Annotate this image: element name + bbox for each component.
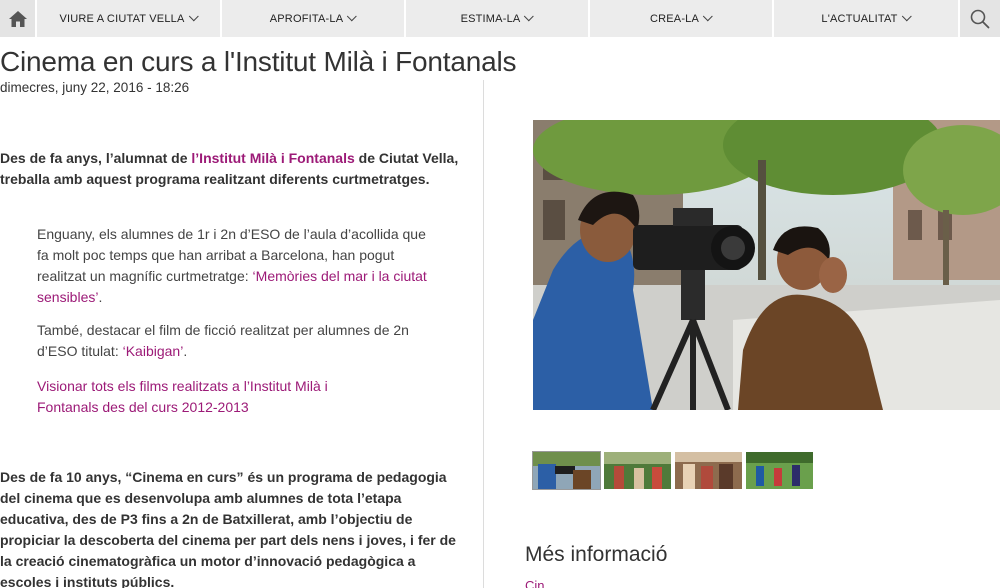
column-divider [483, 80, 484, 588]
intro-paragraph: Des de fa anys, l’alumnat de l’Institut … [0, 148, 460, 190]
nav-item-label: L'ACTUALITAT [821, 12, 898, 25]
nav-item-estima[interactable]: ESTIMA-LA [406, 0, 590, 37]
more-info-link[interactable]: Cin... [525, 578, 555, 588]
search-button[interactable] [960, 0, 1000, 37]
paragraph-text: . [98, 289, 103, 305]
films-paragraph: Visionar tots els films realitzats a l’I… [37, 376, 367, 418]
thumbnail-strip [532, 451, 813, 490]
chevron-down-icon [188, 11, 199, 22]
nav-item-label: APROFITA-LA [269, 12, 344, 25]
thumbnail-image [675, 452, 742, 489]
nav-item-aprofita[interactable]: APROFITA-LA [222, 0, 406, 37]
thumbnail-4[interactable] [746, 452, 813, 489]
thumbnail-1[interactable] [532, 451, 601, 490]
thumbnail-3[interactable] [675, 452, 742, 489]
students-filming-image [533, 120, 1000, 410]
thumbnail-2[interactable] [604, 452, 671, 489]
intro-text: Des de fa anys, l’alumnat de [0, 150, 192, 166]
chevron-down-icon [524, 11, 535, 22]
thumbnail-image [604, 452, 671, 489]
all-films-link[interactable]: Visionar tots els films realitzats a l’I… [37, 378, 328, 415]
nav-item-label: ESTIMA-LA [460, 12, 521, 25]
chevron-down-icon [702, 11, 713, 22]
page-title: Cinema en curs a l'Institut Milà i Fonta… [0, 46, 517, 77]
main-photo[interactable] [533, 120, 1000, 410]
paragraph-text: . [183, 343, 188, 359]
cinema-en-curs-paragraph: Des de fa 10 anys, “Cinema en curs” és u… [0, 469, 456, 588]
home-icon [8, 10, 27, 27]
institut-link[interactable]: l’Institut Milà i Fontanals [191, 150, 354, 166]
nav-item-crea[interactable]: CREA-LA [590, 0, 774, 37]
nav-item-viure[interactable]: VIURE A CIUTAT VELLA [37, 0, 222, 37]
nav-item-label: CREA-LA [649, 12, 700, 25]
chevron-down-icon [347, 11, 357, 22]
top-navigation: VIURE A CIUTAT VELLA APROFITA-LA ESTIMA-… [0, 0, 1000, 37]
home-button[interactable] [0, 0, 37, 37]
nav-item-actualitat[interactable]: L'ACTUALITAT [774, 0, 960, 37]
more-info-heading: Més informació [525, 543, 668, 566]
search-icon [970, 9, 990, 28]
kaibigan-link[interactable]: ‘Kaibigan’ [123, 343, 184, 359]
chevron-down-icon [901, 11, 912, 22]
nav-item-label: VIURE A CIUTAT VELLA [59, 12, 185, 25]
kaibigan-paragraph: També, destacar el film de ficció realit… [37, 320, 432, 362]
enguany-paragraph: Enguany, els alumnes de 1r i 2n d’ESO de… [37, 224, 432, 308]
paragraph-text: També, destacar el film de ficció realit… [37, 322, 409, 359]
publish-date: dimecres, juny 22, 2016 - 18:26 [0, 80, 190, 95]
thumbnail-image [746, 452, 813, 489]
thumbnail-image [533, 452, 600, 489]
